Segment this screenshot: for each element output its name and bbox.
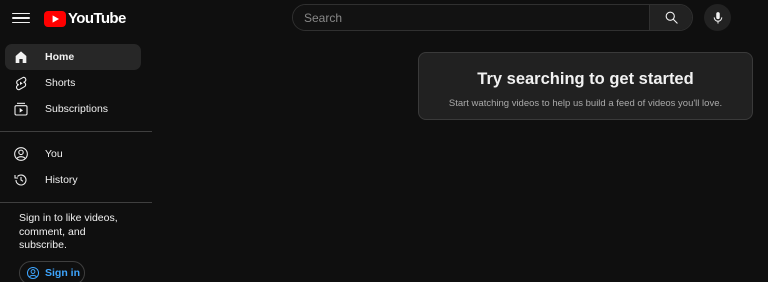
account-icon [26, 266, 40, 279]
sidebar-item-label: History [45, 174, 78, 186]
logo-text: YouTube [68, 10, 126, 27]
youtube-logo[interactable]: YouTube [44, 10, 126, 27]
search-icon [665, 11, 678, 24]
sidebar-item-label: You [45, 148, 63, 160]
shorts-icon [13, 75, 29, 91]
sidebar-item-shorts[interactable]: Shorts [5, 70, 141, 96]
history-icon [13, 172, 29, 188]
sidebar-item-subscriptions[interactable]: Subscriptions [5, 96, 141, 122]
voice-search-button[interactable] [704, 4, 731, 31]
search-bar [292, 4, 693, 31]
sidebar-item-label: Home [45, 51, 75, 63]
youtube-play-icon [44, 10, 66, 27]
youtube-app: YouTube Home [0, 0, 768, 282]
signin-prompt: Sign in to like videos, comment, and sub… [19, 212, 118, 251]
sign-in-label: Sign in [45, 266, 80, 279]
empty-feed-card: Try searching to get started Start watch… [418, 52, 753, 120]
sidebar-item-label: Subscriptions [45, 103, 109, 115]
sign-in-button[interactable]: Sign in [19, 260, 85, 282]
search-button[interactable] [649, 5, 692, 30]
search-input[interactable] [293, 5, 649, 30]
card-title: Try searching to get started [477, 70, 694, 88]
microphone-icon [713, 11, 722, 24]
menu-icon[interactable] [12, 9, 30, 27]
card-subtitle: Start watching videos to help us build a… [448, 98, 723, 109]
you-icon [13, 146, 29, 162]
sidebar: Home Shorts Subscriptions You History Si… [0, 44, 152, 282]
sidebar-item-home[interactable]: Home [5, 44, 141, 70]
sidebar-divider [0, 202, 152, 203]
sidebar-item-history[interactable]: History [5, 167, 141, 193]
sidebar-item-you[interactable]: You [5, 141, 141, 167]
sidebar-item-label: Shorts [45, 77, 76, 89]
home-icon [13, 49, 29, 65]
sidebar-divider [0, 131, 152, 132]
subscriptions-icon [13, 101, 29, 117]
